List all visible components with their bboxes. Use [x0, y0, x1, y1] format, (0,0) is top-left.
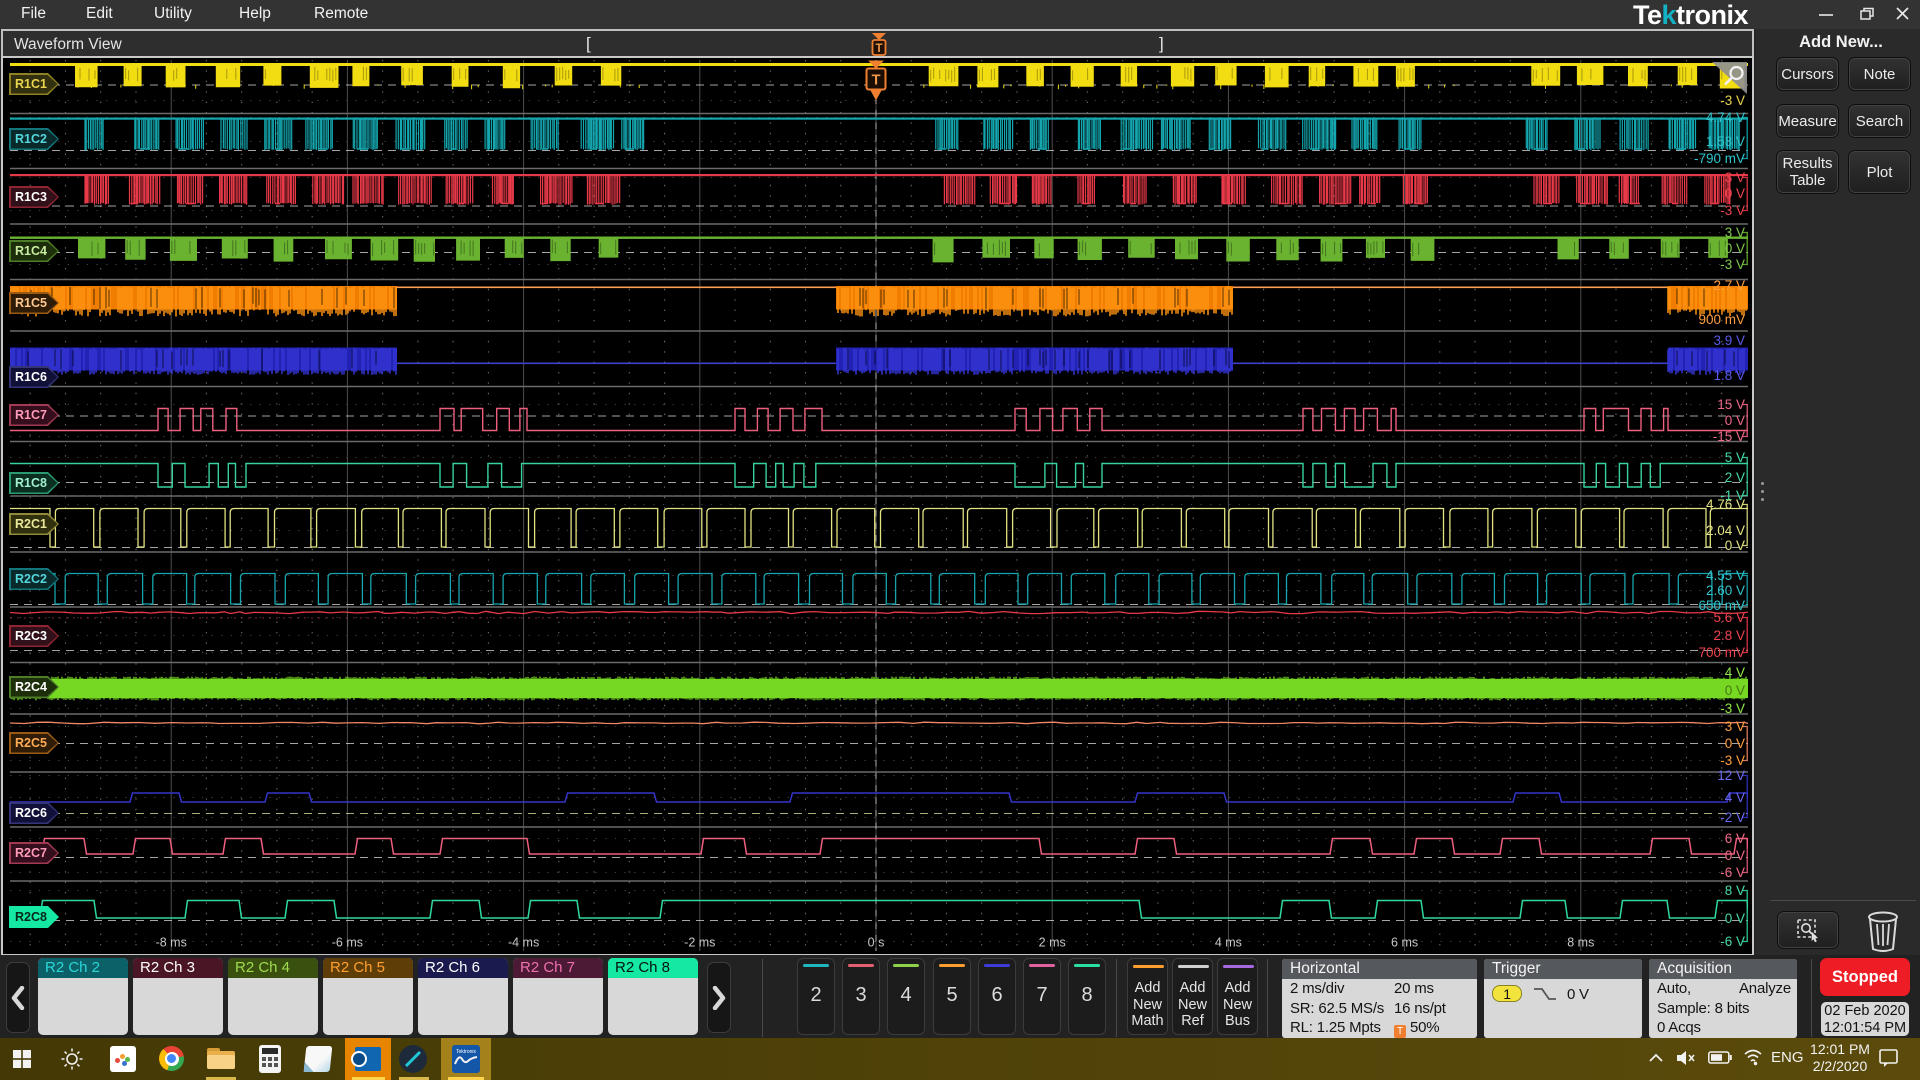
svg-text:T: T — [875, 43, 882, 55]
svg-text:Tektronix: Tektronix — [456, 1049, 477, 1055]
svg-text:-6 V: -6 V — [1720, 934, 1745, 949]
svg-text:4.74 V: 4.74 V — [1706, 110, 1745, 125]
svg-text:-3 V: -3 V — [1720, 93, 1745, 108]
svg-text:-2 V: -2 V — [1720, 810, 1745, 825]
svg-text:2.8 V: 2.8 V — [1713, 628, 1745, 643]
svg-text:1.58 V: 1.58 V — [1706, 134, 1745, 149]
svg-text:1.8 V: 1.8 V — [1713, 368, 1745, 383]
svg-text:2.60 V: 2.60 V — [1706, 583, 1745, 598]
svg-text:-790 mV: -790 mV — [1694, 151, 1745, 166]
svg-text:3 V: 3 V — [1725, 225, 1745, 240]
svg-text:0 V: 0 V — [1725, 538, 1745, 553]
svg-text:4 ms: 4 ms — [1215, 935, 1242, 949]
svg-text:700 mV: 700 mV — [1698, 645, 1745, 660]
svg-text:0 V: 0 V — [1725, 911, 1745, 926]
svg-text:-6 ms: -6 ms — [332, 935, 363, 949]
svg-text:2.7 V: 2.7 V — [1713, 278, 1745, 293]
svg-text:8 ms: 8 ms — [1567, 935, 1594, 949]
svg-text:0 V: 0 V — [1725, 186, 1745, 201]
svg-text:-3 V: -3 V — [1720, 257, 1745, 272]
svg-text:-6 V: -6 V — [1720, 865, 1745, 880]
svg-text:4 V: 4 V — [1725, 790, 1745, 805]
svg-text:0 V: 0 V — [1725, 736, 1745, 751]
svg-text:15 V: 15 V — [1717, 397, 1745, 412]
svg-text:T: T — [872, 72, 881, 88]
svg-text:-3 V: -3 V — [1720, 701, 1745, 716]
svg-text:900 mV: 900 mV — [1698, 312, 1745, 327]
svg-text:12 V: 12 V — [1717, 768, 1745, 783]
svg-text:2.04 V: 2.04 V — [1706, 523, 1745, 538]
svg-text:0 V: 0 V — [1725, 241, 1745, 256]
svg-text:0 V: 0 V — [1725, 413, 1745, 428]
svg-text:4.76 V: 4.76 V — [1706, 497, 1745, 512]
svg-text:6 V: 6 V — [1725, 831, 1745, 846]
svg-text:-2 ms: -2 ms — [684, 935, 715, 949]
svg-text:2 V: 2 V — [1725, 470, 1745, 485]
svg-text:0 V: 0 V — [1725, 848, 1745, 863]
svg-text:3 V: 3 V — [1725, 719, 1745, 734]
svg-text:-15 V: -15 V — [1713, 429, 1745, 444]
svg-text:-4 ms: -4 ms — [508, 935, 539, 949]
svg-text:6 ms: 6 ms — [1391, 935, 1418, 949]
svg-text:8 V: 8 V — [1725, 883, 1745, 898]
svg-text:2 ms: 2 ms — [1039, 935, 1066, 949]
svg-text:-3 V: -3 V — [1720, 203, 1745, 218]
svg-text:-8 ms: -8 ms — [156, 935, 187, 949]
svg-text:4.55 V: 4.55 V — [1706, 568, 1745, 583]
svg-text:5.6 V: 5.6 V — [1713, 610, 1745, 625]
svg-text:4 V: 4 V — [1725, 665, 1745, 680]
svg-text:0 s: 0 s — [868, 935, 885, 949]
svg-text:-3 V: -3 V — [1720, 753, 1745, 768]
svg-text:0 V: 0 V — [1725, 683, 1745, 698]
svg-text:5 V: 5 V — [1725, 450, 1745, 465]
svg-text:3 V: 3 V — [1725, 170, 1745, 185]
svg-text:3.9 V: 3.9 V — [1713, 333, 1745, 348]
